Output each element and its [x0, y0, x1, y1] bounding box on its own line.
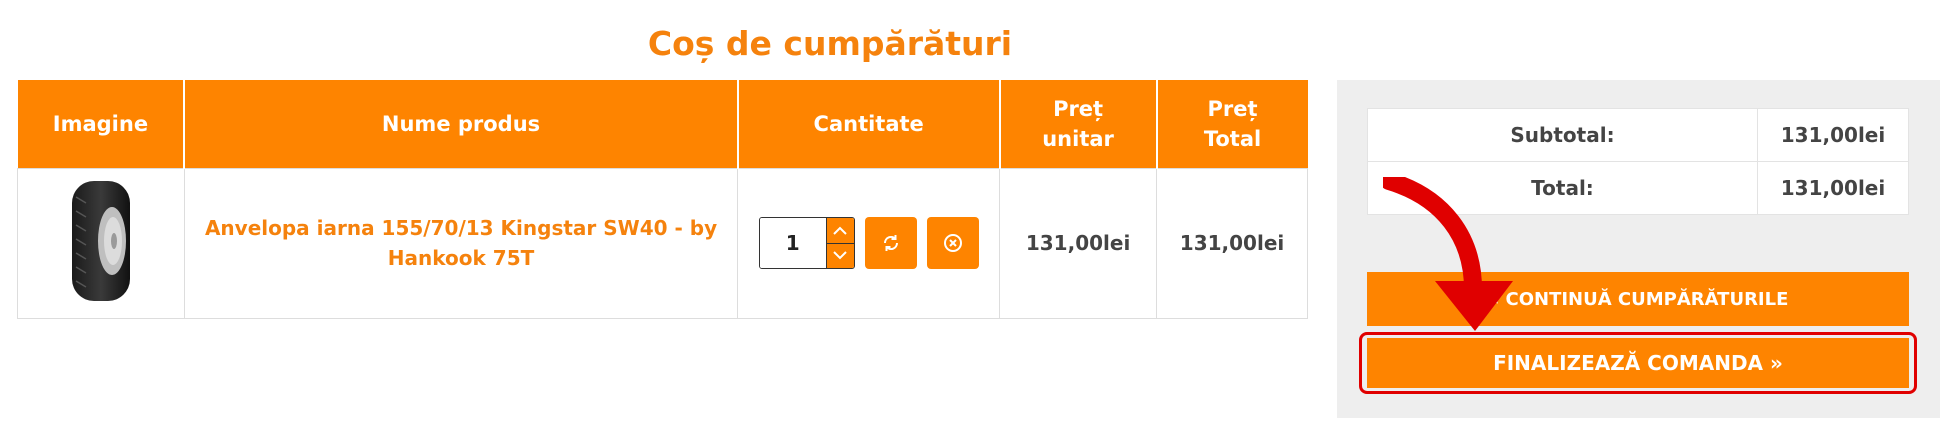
header-total-price: Preț Total: [1156, 80, 1308, 168]
subtotal-row: Subtotal: 131,00lei: [1367, 108, 1909, 162]
header-unit-price: Preț unitar: [999, 80, 1158, 168]
update-quantity-button[interactable]: [864, 217, 917, 269]
stepper-buttons: [825, 218, 854, 268]
header-total-price-line2: Total: [1203, 126, 1262, 151]
header-unit-price-line1: Preț: [1053, 96, 1104, 121]
tire-icon[interactable]: [66, 177, 136, 305]
page-title: Coș de cumpărături: [647, 24, 1013, 63]
refresh-icon: [883, 235, 898, 251]
cart-item-row: Anvelopa iarna 155/70/13 Kingstar SW40 -…: [17, 167, 1308, 319]
quantity-increase-button[interactable]: [825, 218, 854, 244]
chevron-down-icon: [833, 251, 847, 260]
total-price-cell: 131,00lei: [1156, 167, 1308, 319]
product-name-cell: Anvelopa iarna 155/70/13 Kingstar SW40 -…: [183, 167, 739, 319]
header-quantity: Cantitate: [737, 80, 1001, 168]
total-value: 131,00lei: [1757, 161, 1909, 215]
close-circle-icon: [943, 234, 962, 252]
quantity-decrease-button[interactable]: [825, 243, 854, 268]
quantity-stepper: [758, 217, 855, 269]
product-quantity-cell: [737, 167, 1001, 319]
page-title-wrap: Coș de cumpărături: [0, 24, 1950, 63]
finalize-order-button[interactable]: FINALIZEAZĂ COMANDA »: [1367, 338, 1909, 388]
red-arrow-icon: [1383, 177, 1513, 331]
cart-table: Imagine Nume produs Cantitate Preț unita…: [17, 80, 1308, 319]
remove-item-button[interactable]: [926, 217, 979, 269]
product-image-cell: [17, 167, 185, 319]
header-total-price-line1: Preț: [1207, 96, 1258, 121]
cart-header-row: Imagine Nume produs Cantitate Preț unita…: [17, 80, 1308, 168]
product-name-link[interactable]: Anvelopa iarna 155/70/13 Kingstar SW40 -…: [185, 213, 737, 273]
header-image: Imagine: [17, 80, 186, 168]
unit-price: 131,00lei: [1025, 231, 1131, 255]
chevron-up-icon: [833, 226, 847, 235]
total-price: 131,00lei: [1179, 231, 1285, 255]
subtotal-value: 131,00lei: [1757, 108, 1909, 162]
header-name: Nume produs: [184, 80, 739, 168]
quantity-controls: [738, 217, 999, 269]
subtotal-label: Subtotal:: [1367, 108, 1758, 162]
quantity-input[interactable]: [759, 218, 826, 268]
header-unit-price-line2: unitar: [1042, 126, 1114, 151]
unit-price-cell: 131,00lei: [999, 167, 1158, 319]
